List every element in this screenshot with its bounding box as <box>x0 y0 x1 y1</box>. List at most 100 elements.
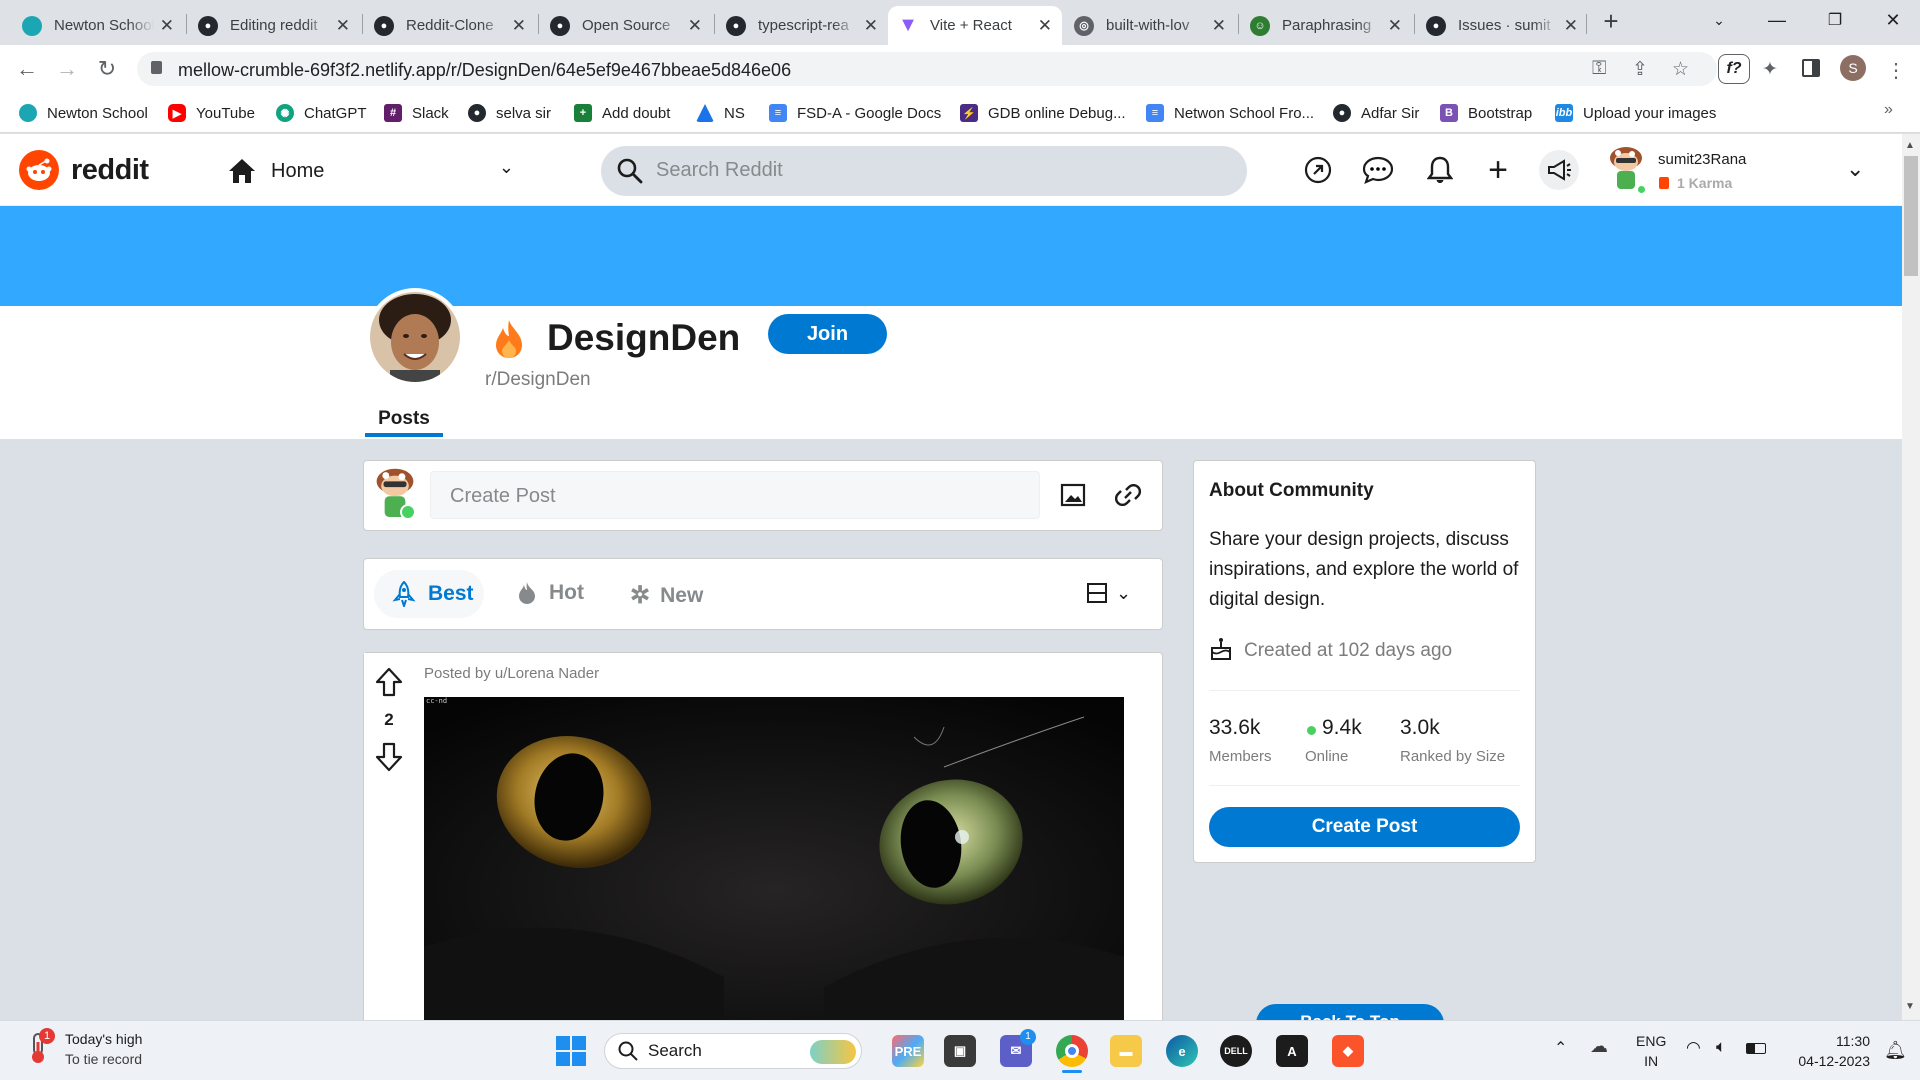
bookmark-item[interactable]: ibb Upload your images <box>1555 100 1716 126</box>
bookmark-item[interactable]: ≡ Netwon School Fro... <box>1146 100 1314 126</box>
tray-overflow-chevron-icon[interactable]: ⌃ <box>1554 1038 1567 1058</box>
bookmark-item[interactable]: ≡ FSD-A - Google Docs <box>769 100 941 126</box>
browser-tab[interactable]: Newton School ✕ <box>12 6 184 45</box>
browser-tab[interactable]: ● Reddit-Clone ✕ <box>364 6 536 45</box>
weather-widget-icon[interactable]: 1 <box>25 1028 55 1063</box>
post-image[interactable]: cc-nd <box>424 697 1124 1020</box>
bell-icon[interactable] <box>1423 153 1457 187</box>
sort-hot-button[interactable]: Hot <box>517 581 584 605</box>
window-close-icon[interactable]: ✕ <box>1864 0 1920 40</box>
user-avatar[interactable] <box>1606 144 1647 195</box>
tab-close-icon[interactable]: ✕ <box>1388 16 1402 36</box>
image-upload-icon[interactable] <box>1060 483 1086 507</box>
scrollbar-thumb[interactable] <box>1904 156 1918 276</box>
browser-tab[interactable]: ● Open Source ✕ <box>540 6 712 45</box>
browser-tab[interactable]: ● Editing reddit ✕ <box>188 6 360 45</box>
bookmark-item[interactable]: ● Adfar Sir <box>1333 100 1419 126</box>
weather-title[interactable]: Today's high <box>65 1031 142 1047</box>
tab-close-icon[interactable]: ✕ <box>336 16 350 36</box>
bookmark-item[interactable]: ● selva sir <box>468 100 551 126</box>
windows-start-icon[interactable] <box>556 1036 586 1066</box>
new-tab-plus-icon[interactable]: + <box>1596 6 1626 36</box>
bookmark-item[interactable]: Newton School <box>19 100 148 126</box>
edge-icon[interactable]: e <box>1166 1035 1198 1067</box>
upvote-arrow-icon[interactable] <box>374 666 404 698</box>
bookmark-item[interactable]: # Slack <box>384 100 449 126</box>
tab-posts[interactable]: Posts <box>365 408 443 430</box>
adobe-icon[interactable]: A <box>1276 1035 1308 1067</box>
clock[interactable]: 11:30 04-12-2023 <box>1786 1031 1870 1071</box>
tab-close-icon[interactable]: ✕ <box>1564 16 1578 36</box>
bookmark-item[interactable]: NS <box>696 100 745 126</box>
back-arrow-icon[interactable]: ← <box>13 55 41 83</box>
search-input[interactable]: Search Reddit <box>656 159 783 182</box>
extensions-puzzle-icon[interactable]: ✦ <box>1762 58 1778 81</box>
bookmark-item[interactable]: ▶ YouTube <box>168 100 255 126</box>
tab-close-icon[interactable]: ✕ <box>688 16 702 36</box>
language-indicator[interactable]: ENG IN <box>1636 1031 1666 1071</box>
notification-bell-icon[interactable]: 🔔︎ <box>1884 1040 1907 1061</box>
chrome-icon[interactable] <box>1056 1035 1088 1067</box>
bookmark-item[interactable]: + Add doubt <box>574 100 670 126</box>
share-icon[interactable]: ⇪ <box>1632 58 1648 81</box>
popular-arrow-icon[interactable] <box>1301 153 1335 187</box>
forward-arrow-icon[interactable]: → <box>53 55 81 83</box>
post-author-line[interactable]: Posted by u/Lorena Nader <box>424 665 599 682</box>
side-panel-icon[interactable] <box>1802 59 1820 77</box>
browser-tab-active[interactable]: ▼ Vite + React ✕ <box>888 6 1062 45</box>
browser-tab[interactable]: ◎ built-with-lov ✕ <box>1064 6 1236 45</box>
file-explorer-icon[interactable]: ▬ <box>1110 1035 1142 1067</box>
home-dropdown[interactable]: Home ⌄ <box>228 155 520 187</box>
minimize-icon[interactable]: — <box>1748 0 1806 40</box>
bookmark-item[interactable]: B Bootstrap <box>1440 100 1532 126</box>
url-text[interactable]: mellow-crumble-69f3f2.netlify.app/r/Desi… <box>178 60 791 81</box>
tab-close-icon[interactable]: ✕ <box>864 16 878 36</box>
sort-best-button[interactable]: Best <box>392 581 474 607</box>
browser-tab[interactable]: ☺ Paraphrasing ✕ <box>1240 6 1412 45</box>
tab-close-icon[interactable]: ✕ <box>1038 16 1052 36</box>
browser-tab[interactable]: ● typescript-rea ✕ <box>716 6 888 45</box>
advertise-megaphone-icon[interactable] <box>1539 150 1579 190</box>
extension-fx-icon[interactable]: f? <box>1718 54 1750 84</box>
chat-bubble-icon[interactable] <box>1361 153 1395 187</box>
link-icon[interactable] <box>1114 484 1142 506</box>
bookmark-item[interactable]: ⚡ GDB online Debug... <box>960 100 1126 126</box>
weather-subtitle[interactable]: To tie record <box>65 1051 142 1067</box>
scroll-down-arrow-icon[interactable]: ▼ <box>1905 1001 1915 1012</box>
join-button[interactable]: Join <box>768 314 887 354</box>
username[interactable]: sumit23Rana <box>1658 151 1746 168</box>
layout-view-dropdown[interactable]: ⌄ <box>1086 582 1131 604</box>
vote-column <box>364 653 414 1020</box>
battery-icon[interactable] <box>1746 1043 1766 1054</box>
task-view-icon[interactable]: ▣ <box>944 1035 976 1067</box>
tab-close-icon[interactable]: ✕ <box>1212 16 1226 36</box>
copilot-icon[interactable]: PRE <box>892 1035 924 1067</box>
restore-icon[interactable]: ❐ <box>1806 0 1864 40</box>
profile-avatar[interactable]: S <box>1840 55 1866 81</box>
reload-icon[interactable]: ↻ <box>93 55 121 83</box>
downvote-arrow-icon[interactable] <box>374 741 404 773</box>
brave-icon[interactable]: ◆ <box>1332 1035 1364 1067</box>
lock-icon[interactable] <box>151 61 162 74</box>
tab-close-icon[interactable]: ✕ <box>160 16 174 36</box>
sort-new-button[interactable]: ✲ New <box>630 581 703 610</box>
onedrive-cloud-icon[interactable]: ☁ <box>1590 1036 1608 1057</box>
bookmark-item[interactable]: ✺ ChatGPT <box>276 100 367 126</box>
bookmarks-overflow-icon[interactable]: » <box>1884 101 1893 119</box>
browser-tab[interactable]: ● Issues · sumit ✕ <box>1416 6 1588 45</box>
scroll-up-arrow-icon[interactable]: ▲ <box>1905 140 1915 151</box>
key-icon[interactable]: ⚿ <box>1592 58 1606 80</box>
sidebar-create-post-button[interactable]: Create Post <box>1209 807 1520 847</box>
volume-icon[interactable]: 🔈︎ <box>1716 1037 1726 1057</box>
reddit-logo[interactable]: reddit <box>19 150 149 190</box>
kebab-menu-icon[interactable]: ⋮ <box>1886 58 1906 83</box>
back-to-top-button[interactable]: Back To Top <box>1256 1004 1444 1020</box>
bookmark-star-icon[interactable]: ☆ <box>1672 58 1689 81</box>
tab-search-chevron-icon[interactable]: ⌄ <box>1690 0 1748 40</box>
tab-close-icon[interactable]: ✕ <box>512 16 526 36</box>
github-icon: ● <box>1333 104 1351 122</box>
dell-icon[interactable]: DELL <box>1220 1035 1252 1067</box>
create-plus-icon[interactable]: + <box>1481 151 1515 189</box>
user-menu-chevron-icon[interactable]: ⌄ <box>1846 156 1864 182</box>
wifi-icon[interactable]: ◠ <box>1686 1038 1701 1058</box>
